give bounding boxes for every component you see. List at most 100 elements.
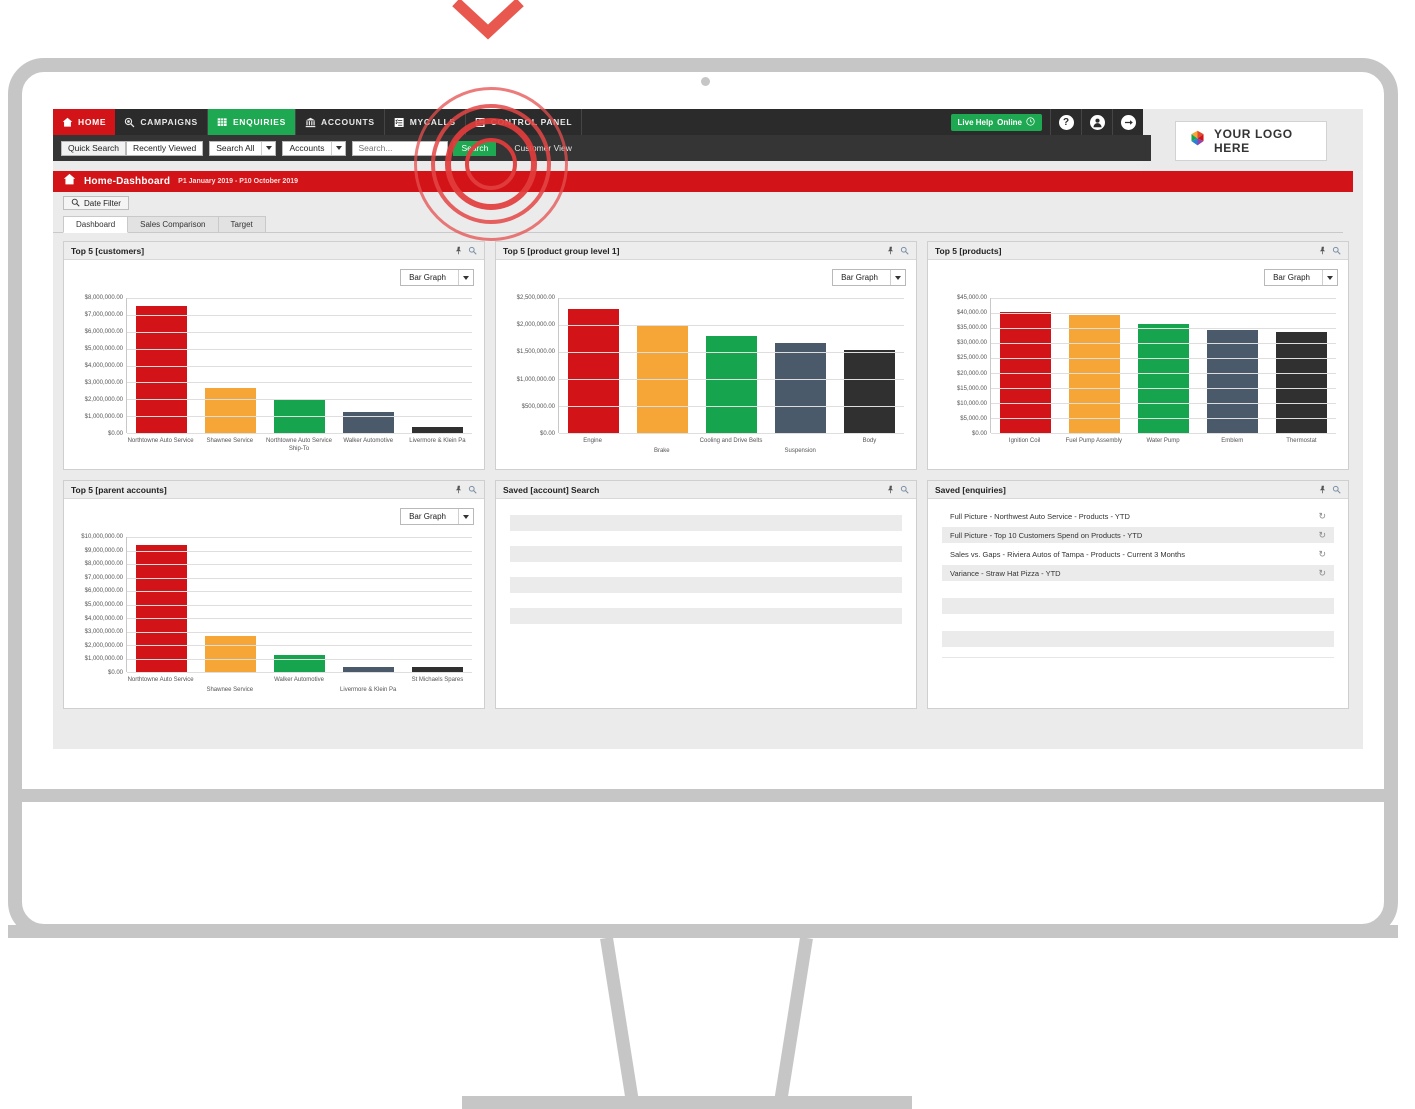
saved-search-placeholder-row[interactable] bbox=[510, 546, 902, 562]
panel-tools bbox=[1318, 242, 1341, 260]
plot-area: $10,000,000.00 $9,000,000.00 $8,000,000.00… bbox=[81, 534, 472, 676]
chevron-down-icon bbox=[452, 0, 524, 40]
bar-cell[interactable] bbox=[1267, 298, 1336, 433]
bar[interactable] bbox=[342, 411, 395, 433]
clock-icon bbox=[1026, 116, 1035, 128]
bar[interactable] bbox=[1068, 315, 1121, 433]
refresh-icon[interactable]: ↻ bbox=[1318, 568, 1326, 579]
saved-enquiry-row[interactable]: Full Picture - Northwest Auto Service - … bbox=[942, 508, 1334, 524]
bar[interactable] bbox=[204, 387, 257, 433]
grid-search-icon bbox=[217, 117, 228, 128]
customer-view-link[interactable]: Customer View bbox=[514, 143, 571, 153]
magnifier-icon[interactable] bbox=[900, 242, 909, 260]
magnifier-icon[interactable] bbox=[1332, 242, 1341, 260]
y-axis-tick-label: $45,000.00 bbox=[956, 295, 987, 301]
recently-viewed-button[interactable]: Recently Viewed bbox=[126, 140, 204, 156]
search-input[interactable] bbox=[352, 140, 449, 156]
pin-icon[interactable] bbox=[1318, 481, 1327, 499]
magnifier-icon[interactable] bbox=[468, 242, 477, 260]
nav-item-campaigns[interactable]: CAMPAIGNS bbox=[115, 109, 208, 135]
y-axis-tick-label: $2,500,000.00 bbox=[516, 295, 555, 301]
refresh-icon[interactable]: ↻ bbox=[1318, 549, 1326, 560]
nav-item-mycalls[interactable]: MYCALLS bbox=[385, 109, 466, 135]
graph-type-select[interactable]: Bar Graph bbox=[400, 508, 474, 525]
tab-target[interactable]: Target bbox=[217, 216, 266, 232]
x-axis-tick-label: Cooling and Drive Belts bbox=[699, 438, 763, 444]
bar-cell[interactable] bbox=[835, 298, 904, 433]
panel-saved-enquiries: Saved [enquiries] Full Picture - Northwe… bbox=[927, 480, 1349, 709]
saved-enquiry-placeholder-row[interactable] bbox=[942, 631, 1334, 647]
bar-cell[interactable] bbox=[1198, 298, 1267, 433]
saved-enquiry-label: Full Picture - Northwest Auto Service - … bbox=[950, 511, 1130, 521]
magnifier-icon[interactable] bbox=[468, 481, 477, 499]
tab-dashboard[interactable]: Dashboard bbox=[63, 216, 129, 233]
saved-enquiry-row[interactable]: Variance - Straw Hat Pizza - YTD ↻ bbox=[942, 565, 1334, 581]
saved-search-placeholder-row[interactable] bbox=[510, 608, 902, 624]
bar-cell[interactable] bbox=[1060, 298, 1129, 433]
panel-top5-customers: Top 5 [customers] Bar Graph $8,000,000.0… bbox=[63, 241, 485, 470]
saved-enquiry-row[interactable]: Full Picture - Top 10 Customers Spend on… bbox=[942, 527, 1334, 543]
saved-search-placeholder-row[interactable] bbox=[510, 515, 902, 531]
x-axis-tick-label: Walker Automotive bbox=[274, 677, 324, 683]
bar-cell[interactable] bbox=[991, 298, 1060, 433]
monitor-stand-right-leg bbox=[773, 936, 813, 1105]
bar[interactable] bbox=[204, 635, 257, 672]
account-button[interactable] bbox=[1081, 109, 1112, 135]
saved-enquiry-placeholder-row[interactable] bbox=[942, 598, 1334, 614]
refresh-icon[interactable]: ↻ bbox=[1318, 511, 1326, 522]
pin-icon[interactable] bbox=[454, 481, 463, 499]
pin-icon[interactable] bbox=[1318, 242, 1327, 260]
bar-cell[interactable] bbox=[559, 298, 628, 433]
search-entity-select[interactable]: Accounts bbox=[282, 140, 347, 156]
gridline: $10,000.00 bbox=[957, 401, 1336, 407]
live-help-status: Online bbox=[997, 117, 1022, 127]
gridline: $3,000,000.00 bbox=[85, 380, 472, 386]
bar[interactable] bbox=[567, 308, 620, 433]
bar[interactable] bbox=[135, 305, 188, 433]
graph-type-select[interactable]: Bar Graph bbox=[1264, 269, 1338, 286]
saved-enquiry-row[interactable]: Sales vs. Gaps - Riviera Autos of Tampa … bbox=[942, 546, 1334, 562]
chevron-down-icon bbox=[1322, 270, 1337, 285]
panel-top5-product-group: Top 5 [product group level 1] Bar Graph … bbox=[495, 241, 917, 470]
bar[interactable] bbox=[774, 342, 827, 433]
bar[interactable] bbox=[705, 335, 758, 433]
bar[interactable] bbox=[1137, 323, 1190, 433]
refresh-icon[interactable]: ↻ bbox=[1318, 530, 1326, 541]
y-axis-tick-label: $15,000.00 bbox=[956, 385, 987, 392]
graph-type-select[interactable]: Bar Graph bbox=[400, 269, 474, 286]
panel-tools bbox=[886, 481, 909, 499]
bar-cell[interactable] bbox=[1129, 298, 1198, 433]
pin-icon[interactable] bbox=[454, 242, 463, 260]
y-axis-tick-label: $35,000.00 bbox=[956, 325, 987, 332]
bar-cell[interactable] bbox=[766, 298, 835, 433]
search-entity-value: Accounts bbox=[289, 143, 325, 153]
quick-search-bar: Quick Search Recently Viewed Search All … bbox=[53, 135, 1151, 161]
bars bbox=[559, 298, 904, 433]
nav-item-home[interactable]: HOME bbox=[53, 109, 116, 135]
magnifier-icon[interactable] bbox=[900, 481, 909, 499]
nav-item-enquiries[interactable]: ENQUIRIES bbox=[207, 109, 296, 135]
search-submit-button[interactable]: Search bbox=[453, 140, 497, 156]
graph-type-select[interactable]: Bar Graph bbox=[832, 269, 906, 286]
date-filter-button[interactable]: Date Filter bbox=[63, 196, 129, 210]
help-button[interactable]: ? bbox=[1050, 109, 1081, 135]
live-help-badge[interactable]: Live Help Online bbox=[950, 113, 1042, 131]
bar-cell[interactable] bbox=[628, 298, 697, 433]
quick-search-button[interactable]: Quick Search bbox=[61, 140, 127, 156]
magnifier-icon[interactable] bbox=[1332, 481, 1341, 499]
gridline: $1,000,000.00 bbox=[517, 377, 904, 383]
pin-icon[interactable] bbox=[886, 481, 895, 499]
tab-sales-comparison[interactable]: Sales Comparison bbox=[127, 216, 219, 232]
search-scope-select[interactable]: Search All bbox=[209, 140, 277, 156]
nav-item-control-panel[interactable]: CONTROL PANEL bbox=[466, 109, 583, 135]
x-axis-tick-label: Livermore & Klein Pa bbox=[340, 687, 397, 693]
bar-cell[interactable] bbox=[697, 298, 766, 433]
nav-item-accounts[interactable]: ACCOUNTS bbox=[296, 109, 385, 135]
pin-icon[interactable] bbox=[886, 242, 895, 260]
bar[interactable] bbox=[843, 349, 896, 433]
saved-search-placeholder-row[interactable] bbox=[510, 577, 902, 593]
magnifier-person-icon bbox=[124, 117, 135, 128]
nav-label: MYCALLS bbox=[409, 117, 456, 127]
logout-button[interactable] bbox=[1112, 109, 1143, 135]
